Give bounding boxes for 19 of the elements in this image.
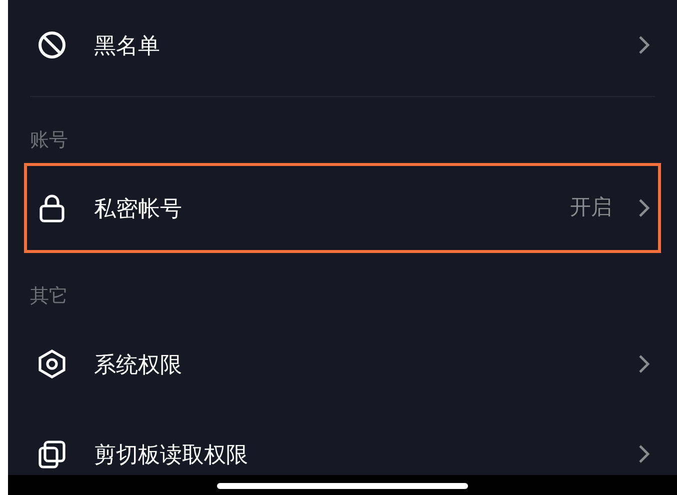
- row-label: 系统权限: [94, 350, 183, 378]
- chevron-right-icon: [638, 35, 650, 55]
- clipboard-icon: [37, 439, 67, 469]
- lock-icon: [39, 193, 65, 223]
- chevron-right-icon: [638, 198, 650, 218]
- row-label: 黑名单: [94, 32, 161, 60]
- row-label: 私密帐号: [94, 194, 183, 222]
- row-label: 剪切板读取权限: [94, 440, 249, 468]
- row-value: 开启: [570, 195, 612, 222]
- block-icon: [37, 30, 67, 60]
- chevron-right-icon: [638, 354, 650, 374]
- settings-row[interactable]: 黑名单: [24, 0, 661, 90]
- hexagon-icon: [37, 349, 67, 379]
- settings-row[interactable]: 系统权限: [24, 319, 661, 409]
- section-header: 其它: [30, 284, 68, 308]
- settings-row[interactable]: 私密帐号 开启: [24, 163, 661, 253]
- chevron-right-icon: [638, 444, 650, 464]
- settings-row[interactable]: 剪切板读取权限: [24, 409, 661, 475]
- section-header: 账号: [30, 128, 68, 152]
